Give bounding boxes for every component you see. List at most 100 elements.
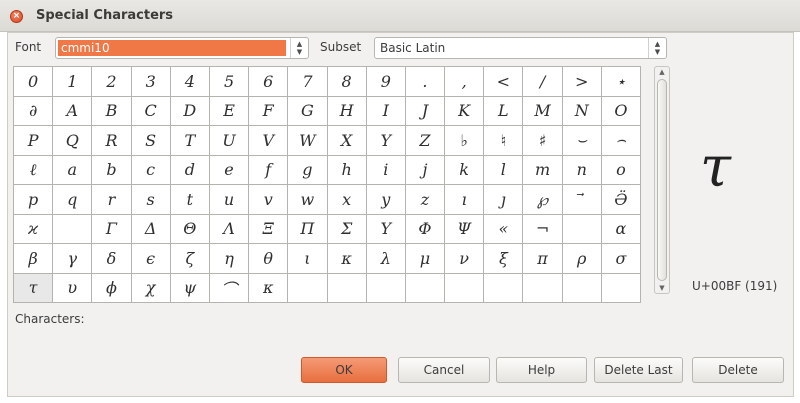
character-cell[interactable]: [405, 273, 446, 303]
character-cell[interactable]: T: [170, 126, 210, 156]
character-cell[interactable]: W: [288, 126, 328, 156]
character-cell[interactable]: r: [92, 185, 132, 215]
character-cell[interactable]: 8: [327, 67, 367, 97]
character-cell[interactable]: f: [249, 155, 289, 185]
character-cell[interactable]: 6: [249, 67, 289, 97]
character-cell[interactable]: j: [405, 155, 446, 185]
character-cell[interactable]: [288, 273, 328, 303]
character-cell[interactable]: [562, 273, 602, 303]
character-cell[interactable]: ,: [445, 67, 485, 97]
character-cell[interactable]: α: [601, 214, 641, 244]
character-grid[interactable]: 0 1 2 3 4 5 6 7 8 9., < / > ⋆ ∂ A B C D E F G H I J K L M N O P Q R S T U V W…: [13, 66, 641, 303]
character-cell[interactable]: ♭: [445, 126, 485, 156]
font-value[interactable]: cmmi10: [58, 40, 286, 56]
character-cell[interactable]: 5: [209, 67, 250, 97]
character-cell[interactable]: [445, 273, 485, 303]
character-cell[interactable]: k: [445, 155, 485, 185]
character-cell[interactable]: τ: [14, 273, 54, 303]
character-cell[interactable]: γ: [53, 244, 93, 274]
character-cell[interactable]: 1: [53, 67, 93, 97]
character-cell[interactable]: s: [131, 185, 171, 215]
character-cell[interactable]: d: [170, 155, 210, 185]
character-cell[interactable]: χ: [131, 273, 171, 303]
character-cell[interactable]: R: [92, 126, 132, 156]
character-cell[interactable]: L: [484, 96, 524, 126]
character-cell[interactable]: .: [405, 67, 446, 97]
character-cell[interactable]: b: [92, 155, 132, 185]
character-cell[interactable]: ϰ: [14, 214, 54, 244]
character-cell[interactable]: ♮: [484, 126, 524, 156]
character-cell[interactable]: l: [484, 155, 524, 185]
character-cell[interactable]: Θ: [170, 214, 210, 244]
character-cell[interactable]: [523, 273, 563, 303]
character-cell[interactable]: >: [562, 67, 602, 97]
character-cell[interactable]: x: [327, 185, 367, 215]
grid-scrollbar[interactable]: ▲ ▼: [654, 66, 670, 294]
character-cell[interactable]: κ: [249, 273, 289, 303]
scroll-thumb[interactable]: [657, 79, 667, 281]
character-cell[interactable]: P: [14, 126, 54, 156]
character-cell[interactable]: a: [53, 155, 93, 185]
character-cell[interactable]: u: [209, 185, 250, 215]
character-cell[interactable]: 9: [366, 67, 406, 97]
character-cell[interactable]: η: [209, 244, 250, 274]
character-cell[interactable]: ∂: [14, 96, 54, 126]
character-cell[interactable]: [327, 273, 367, 303]
character-cell[interactable]: ϵ: [131, 244, 171, 274]
character-cell[interactable]: Λ: [209, 214, 250, 244]
character-cell[interactable]: Φ: [405, 214, 446, 244]
character-cell[interactable]: ρ: [562, 244, 602, 274]
character-cell[interactable]: K: [445, 96, 485, 126]
font-combo[interactable]: cmmi10 ▲ ▼: [55, 37, 309, 59]
character-cell[interactable]: h: [327, 155, 367, 185]
character-cell[interactable]: m: [523, 155, 563, 185]
character-cell[interactable]: H: [327, 96, 367, 126]
character-cell[interactable]: I: [366, 96, 406, 126]
character-cell[interactable]: ℓ: [14, 155, 54, 185]
character-cell[interactable]: z: [405, 185, 446, 215]
character-cell[interactable]: ⃗: [562, 185, 602, 215]
character-cell[interactable]: O: [601, 96, 641, 126]
character-cell[interactable]: Υ: [366, 214, 406, 244]
character-cell[interactable]: σ: [601, 244, 641, 274]
character-cell[interactable]: G: [288, 96, 328, 126]
character-cell[interactable]: Ӛ: [601, 185, 641, 215]
character-cell[interactable]: t: [170, 185, 210, 215]
character-cell[interactable]: V: [249, 126, 289, 156]
character-cell[interactable]: N: [562, 96, 602, 126]
character-cell[interactable]: g: [288, 155, 328, 185]
character-cell[interactable]: e: [209, 155, 250, 185]
character-cell[interactable]: Δ: [131, 214, 171, 244]
character-cell[interactable]: 7: [288, 67, 328, 97]
character-cell[interactable]: <: [484, 67, 524, 97]
character-cell[interactable]: [601, 273, 641, 303]
character-cell[interactable]: D: [170, 96, 210, 126]
character-cell[interactable]: E: [209, 96, 250, 126]
spinner-arrows-icon[interactable]: ▲ ▼: [290, 38, 308, 58]
character-cell[interactable]: [366, 273, 406, 303]
character-cell[interactable]: ȷ: [484, 185, 524, 215]
character-cell[interactable]: «: [484, 214, 524, 244]
character-cell[interactable]: ı: [445, 185, 485, 215]
character-cell[interactable]: ⌒: [209, 273, 250, 303]
character-cell[interactable]: Q: [53, 126, 93, 156]
character-cell[interactable]: w: [288, 185, 328, 215]
character-cell[interactable]: c: [131, 155, 171, 185]
character-cell[interactable]: X: [327, 126, 367, 156]
character-cell[interactable]: 3: [131, 67, 171, 97]
character-cell[interactable]: i: [366, 155, 406, 185]
character-cell[interactable]: ⋆: [601, 67, 641, 97]
scroll-up-icon[interactable]: ▲: [655, 68, 669, 76]
character-cell[interactable]: y: [366, 185, 406, 215]
character-cell[interactable]: 4: [170, 67, 210, 97]
character-cell[interactable]: ι: [288, 244, 328, 274]
character-cell[interactable]: κ: [327, 244, 367, 274]
character-cell[interactable]: Y: [366, 126, 406, 156]
ok-button[interactable]: OK: [301, 357, 387, 383]
character-cell[interactable]: M: [523, 96, 563, 126]
character-cell[interactable]: θ: [249, 244, 289, 274]
spinner-arrows-icon[interactable]: ▲ ▼: [648, 38, 666, 58]
character-cell[interactable]: ζ: [170, 244, 210, 274]
character-cell[interactable]: S: [131, 126, 171, 156]
character-cell[interactable]: Z: [405, 126, 446, 156]
